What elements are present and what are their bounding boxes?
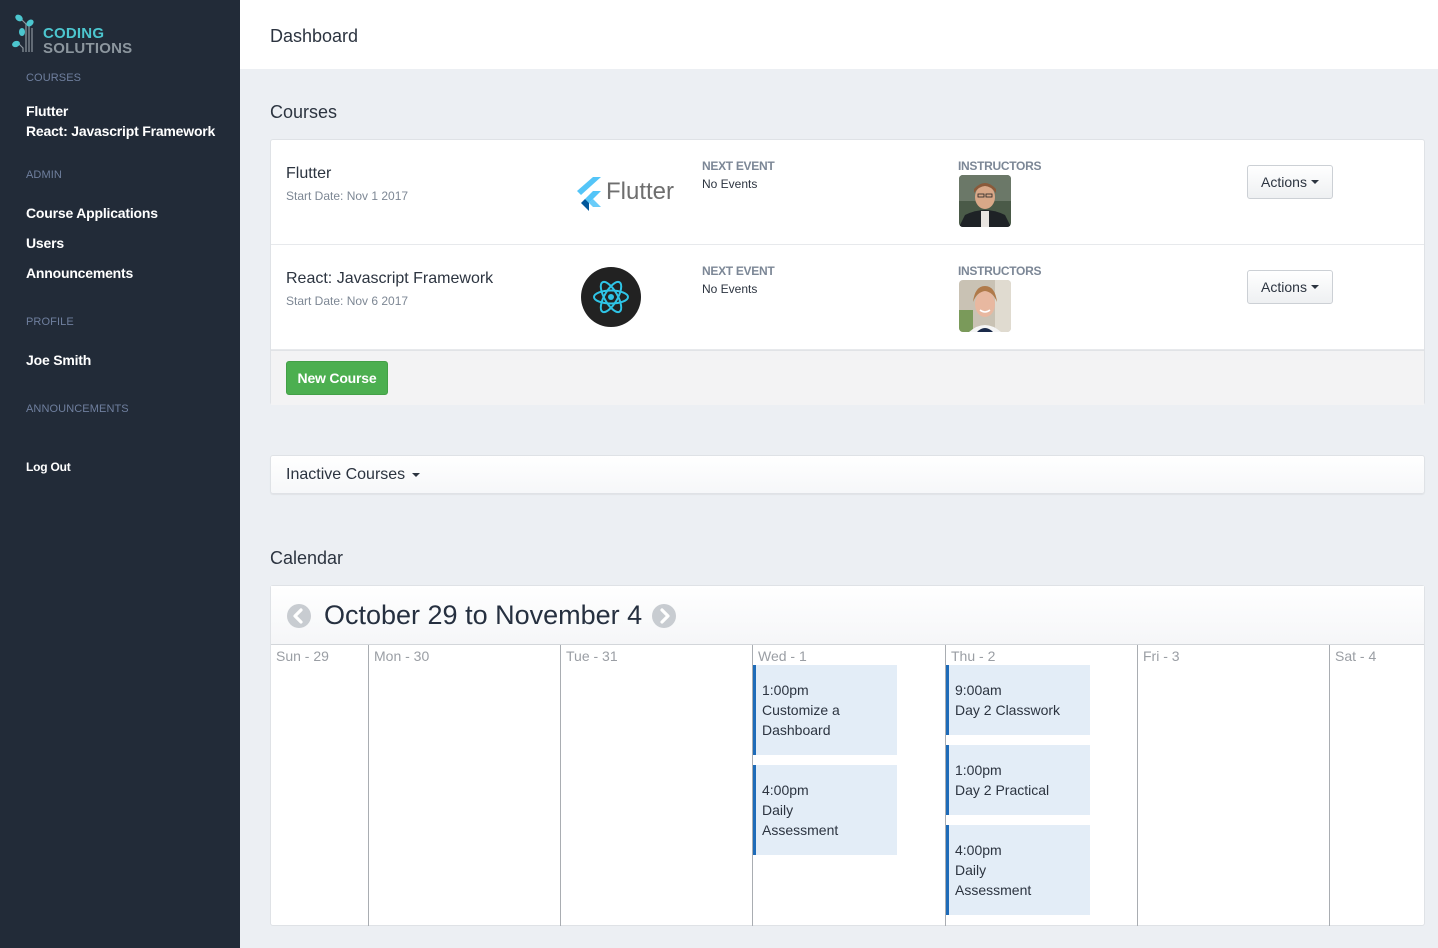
instructors-label: INSTRUCTORS <box>958 159 1042 173</box>
sidebar-heading-admin: ADMIN <box>26 169 62 181</box>
brand-name: CODING SOLUTIONS <box>43 26 132 56</box>
day-label: Fri - 3 <box>1143 648 1180 664</box>
sidebar-heading-courses: COURSES <box>26 72 82 84</box>
courses-section-title: Courses <box>270 102 338 122</box>
event-time: 4:00pm <box>762 782 809 798</box>
sidebar: CODING SOLUTIONS COURSES Flutter React: … <box>0 0 240 948</box>
event-title: Day 2 Practical <box>955 782 1050 798</box>
calendar-header: October 29 to November 4 <box>271 586 1424 645</box>
event-title: Day 2 Classwork <box>955 702 1061 718</box>
day-label: Sat - 4 <box>1335 648 1377 664</box>
female-instructor-photo <box>959 280 1011 332</box>
sidebar-item-profile-name[interactable]: Joe Smith <box>26 352 91 368</box>
calendar-range: October 29 to November 4 <box>324 600 643 630</box>
course-row: React: Javascript Framework Start Date: … <box>271 245 1424 350</box>
course-name[interactable]: Flutter <box>286 165 331 183</box>
sidebar-heading-announcements: ANNOUNCEMENTS <box>26 403 129 415</box>
sidebar-item-users[interactable]: Users <box>26 235 64 251</box>
leaf-circuit-icon <box>12 14 34 52</box>
brand-logo[interactable]: CODING SOLUTIONS <box>12 14 142 60</box>
calendar-day-sat[interactable]: Sat - 4 <box>1329 645 1425 926</box>
sidebar-item-announcements[interactable]: Announcements <box>26 265 133 281</box>
inactive-courses-label: Inactive Courses <box>286 466 406 483</box>
sidebar-heading-profile: PROFILE <box>26 316 74 328</box>
calendar-day-thu[interactable]: Thu - 2 9:00am Day 2 Classwork 1:00pm Da… <box>945 645 1137 926</box>
flutter-logo: Flutter <box>571 160 681 225</box>
sidebar-item-course-applications[interactable]: Course Applications <box>26 205 158 221</box>
course-start-date: Start Date: Nov 6 2017 <box>286 294 409 308</box>
logout-link[interactable]: Log Out <box>26 460 71 474</box>
actions-label: Actions <box>1261 279 1307 295</box>
sidebar-item-react[interactable]: React: Javascript Framework <box>26 123 215 139</box>
brand-line1: CODING <box>43 25 105 42</box>
calendar-panel: October 29 to November 4 Sun - 29 Mon - … <box>270 585 1425 926</box>
course-row: Flutter Start Date: Nov 1 2017 Flutter N… <box>271 140 1424 245</box>
event-time: 1:00pm <box>955 762 1002 778</box>
next-event-label: NEXT EVENT <box>702 159 775 173</box>
calendar-prev-button[interactable] <box>287 604 311 628</box>
courses-panel: Flutter Start Date: Nov 1 2017 Flutter N… <box>270 139 1425 405</box>
instructor-avatar[interactable] <box>959 175 1011 227</box>
flutter-logo-icon <box>577 177 601 211</box>
calendar-event[interactable]: 1:00pm Day 2 Practical <box>946 745 1090 815</box>
inactive-courses-toggle[interactable]: Inactive Courses <box>270 455 1425 494</box>
day-label: Wed - 1 <box>758 648 807 664</box>
sidebar-item-flutter[interactable]: Flutter <box>26 103 68 119</box>
page-title: Dashboard <box>270 26 359 46</box>
brand-line2: SOLUTIONS <box>43 40 133 57</box>
calendar-event[interactable]: 4:00pm Daily Assessment <box>753 765 897 855</box>
chevron-left-circle-icon <box>293 608 303 624</box>
calendar-day-mon[interactable]: Mon - 30 <box>368 645 560 926</box>
courses-panel-footer: New Course <box>271 350 1424 405</box>
course-name[interactable]: React: Javascript Framework <box>286 270 493 288</box>
day-label: Mon - 30 <box>374 648 430 664</box>
calendar-day-tue[interactable]: Tue - 31 <box>560 645 752 926</box>
flutter-logo-text: Flutter <box>606 178 675 205</box>
event-time: 1:00pm <box>762 682 809 698</box>
calendar-day-sun[interactable]: Sun - 29 <box>271 645 368 926</box>
calendar-day-wed[interactable]: Wed - 1 1:00pm Customize a Dashboard 4:0… <box>752 645 945 926</box>
calendar-section-title: Calendar <box>270 548 344 568</box>
new-course-button[interactable]: New Course <box>286 361 388 395</box>
day-label: Thu - 2 <box>951 648 996 664</box>
course-actions-button[interactable]: Actions <box>1247 165 1333 199</box>
actions-label: Actions <box>1261 174 1307 190</box>
next-event-value: No Events <box>702 282 758 296</box>
calendar-day-fri[interactable]: Fri - 3 <box>1137 645 1329 926</box>
course-start-date: Start Date: Nov 1 2017 <box>286 189 409 203</box>
event-time: 9:00am <box>955 682 1002 698</box>
event-title: Customize a Dashboard <box>762 702 840 738</box>
calendar-next-button[interactable] <box>652 604 676 628</box>
react-logo-icon <box>581 267 641 327</box>
male-instructor-photo <box>959 175 1011 227</box>
top-bar: Dashboard <box>240 0 1438 69</box>
event-time: 4:00pm <box>955 842 1002 858</box>
calendar-event[interactable]: 9:00am Day 2 Classwork <box>946 665 1090 735</box>
day-label: Sun - 29 <box>276 648 329 664</box>
caret-down-icon <box>1310 180 1319 184</box>
react-logo <box>571 265 681 330</box>
next-event-label: NEXT EVENT <box>702 264 775 278</box>
caret-down-icon <box>1310 285 1319 289</box>
event-title: Daily Assessment <box>762 802 839 838</box>
calendar-event[interactable]: 4:00pm Daily Assessment <box>946 825 1090 915</box>
calendar-event[interactable]: 1:00pm Customize a Dashboard <box>753 665 897 755</box>
instructor-avatar[interactable] <box>959 280 1011 332</box>
instructors-label: INSTRUCTORS <box>958 264 1042 278</box>
day-label: Tue - 31 <box>566 648 618 664</box>
caret-down-icon <box>412 473 421 477</box>
next-event-value: No Events <box>702 177 758 191</box>
course-actions-button[interactable]: Actions <box>1247 270 1333 304</box>
event-title: Daily Assessment <box>955 862 1032 898</box>
chevron-right-circle-icon <box>660 608 670 624</box>
